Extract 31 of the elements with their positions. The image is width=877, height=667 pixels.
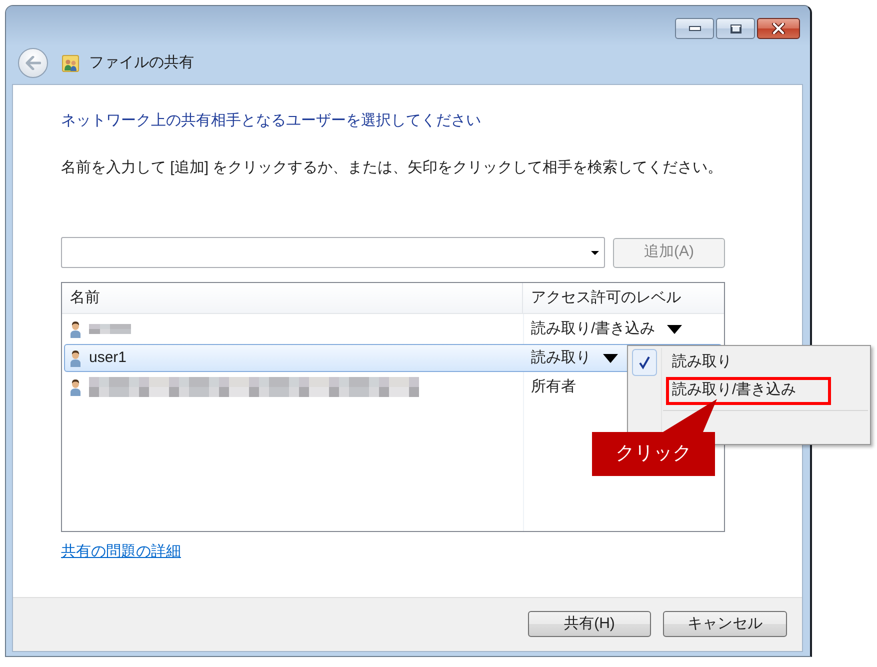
instruction-text: 名前を入力して [追加] をクリックするか、または、矢印をクリックして相手を検索してください。 [61,158,724,178]
share-button[interactable]: 共有(H) [528,611,651,637]
maximize-icon [730,24,742,34]
user-icon [70,350,81,366]
close-button[interactable] [757,18,800,39]
caret-down-icon[interactable] [667,324,682,334]
minimize-icon [688,26,700,31]
name-combo-field[interactable] [61,237,605,268]
permission-level: 読み取り/書き込み [531,319,656,339]
caret-down-icon[interactable] [591,250,599,254]
caret-down-icon[interactable] [603,354,618,362]
cancel-button[interactable]: キャンセル [663,611,787,637]
people-icon [62,54,79,72]
window-title: ファイルの共有 [89,53,194,73]
callout: クリック [592,398,718,476]
permission-level: 読み取り [531,348,591,368]
main-instruction: ネットワーク上の共有相手となるユーザーを選択してください [61,111,482,131]
user-icon [70,378,81,396]
back-button[interactable] [18,48,48,78]
close-icon [772,23,785,34]
user-name: user1 [89,348,127,368]
maximize-button[interactable] [716,18,755,39]
column-header[interactable]: 名前 [62,283,523,313]
user-icon [70,320,81,338]
column-header[interactable]: アクセス許可のレベル [523,283,724,313]
permission-level: 所有者 [531,377,576,397]
minimize-button[interactable] [675,18,714,39]
table-row[interactable]: 読み取り/書き込み [64,315,722,343]
arrow-left-icon [25,56,41,70]
blurred-name [89,324,131,334]
help-link[interactable]: 共有の問題の詳細 [61,543,181,561]
